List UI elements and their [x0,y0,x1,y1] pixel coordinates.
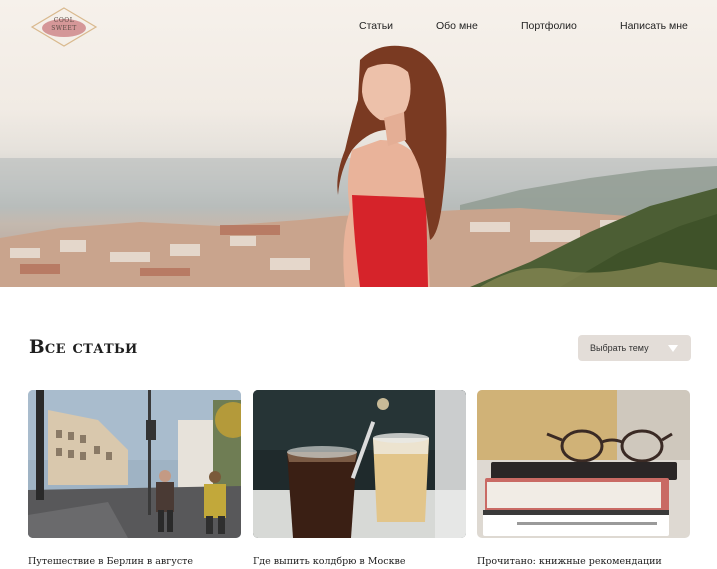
article-card-coldbrew[interactable] [253,390,466,538]
article-image-coldbrew [253,390,466,538]
article-title-coldbrew[interactable]: Где выпить колдбрю в Москве [253,556,405,567]
article-title-books[interactable]: Прочитано: книжные рекомендации [477,556,662,567]
topic-select[interactable]: Выбрать тему [578,335,691,361]
article-image-berlin [28,390,241,538]
logo-text-line1: COOL [53,17,75,24]
article-card-berlin[interactable] [28,390,241,538]
nav-item-contact[interactable]: Написать мне [620,20,688,32]
logo-text-line2: SWEET [51,25,77,32]
article-image-books [477,390,690,538]
nav-item-about[interactable]: Обо мне [436,20,478,32]
article-card-books[interactable] [477,390,690,538]
section-title: Все статьи [29,337,138,358]
topic-select-label: Выбрать тему [590,343,649,353]
hero-banner: COOL SWEET Статьи Обо мне Портфолио Напи… [0,0,717,287]
article-title-berlin[interactable]: Путешествие в Берлин в августе [28,556,193,567]
nav-item-portfolio[interactable]: Портфолио [521,20,577,32]
chevron-down-icon [668,345,678,352]
nav-item-articles[interactable]: Статьи [359,20,393,32]
hero-photo [0,45,717,287]
logo[interactable]: COOL SWEET [30,6,98,48]
